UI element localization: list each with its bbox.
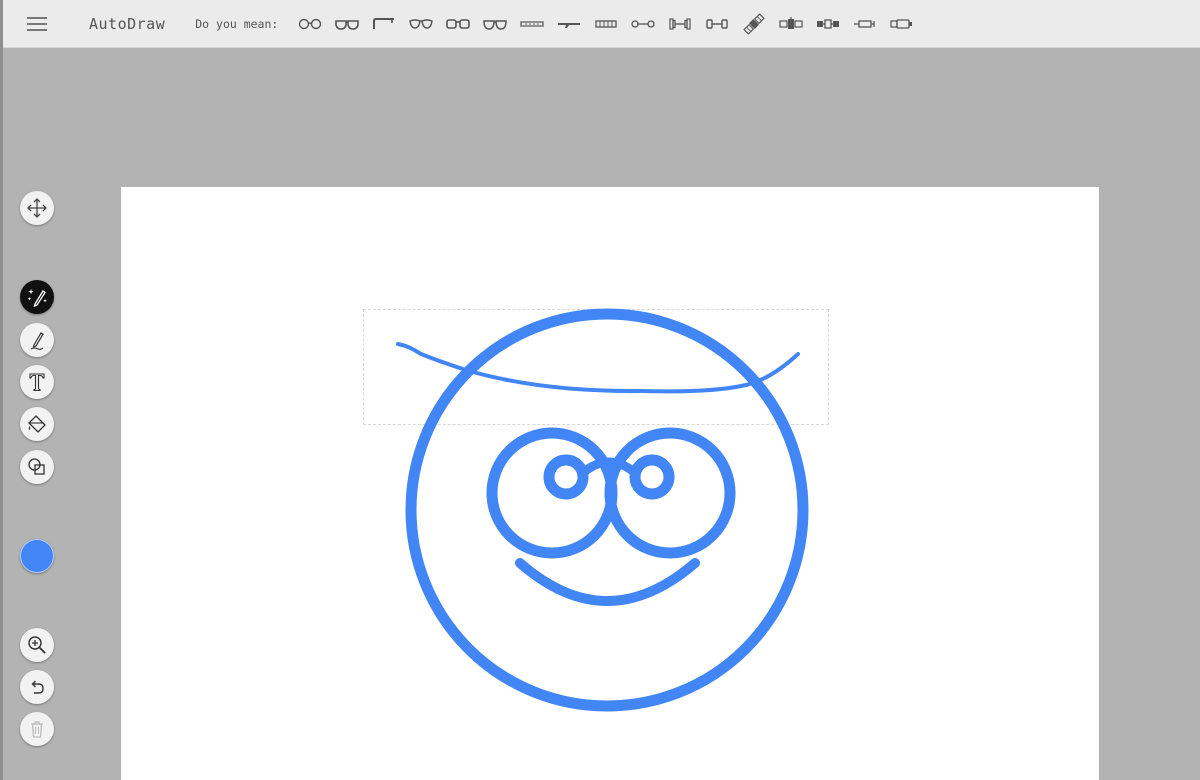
battery-icon: [890, 18, 913, 29]
suggestion-square-glasses[interactable]: [440, 9, 476, 39]
suggestion-aviator-glasses[interactable]: [403, 9, 439, 39]
text-tool-button[interactable]: [20, 365, 54, 399]
delete-button[interactable]: [20, 712, 54, 746]
app-title: AutoDraw: [89, 14, 166, 33]
hamburger-menu-icon: [27, 16, 47, 31]
cane-icon: [373, 17, 395, 29]
suggestion-harmonica[interactable]: [588, 9, 624, 39]
text-t-icon: [29, 373, 45, 392]
menu-button[interactable]: [23, 10, 51, 38]
undo-icon: [31, 680, 44, 694]
zoom-tool-button[interactable]: [20, 628, 54, 662]
aviator-glasses-icon: [409, 18, 434, 29]
suggestion-rifle[interactable]: [551, 9, 587, 39]
color-picker-swatch[interactable]: [20, 539, 54, 573]
dumbbell-icon: [631, 19, 655, 28]
round-glasses-icon: [483, 19, 508, 30]
suggestion-battery[interactable]: [884, 9, 920, 39]
dumbbell-weights-icon: [669, 17, 691, 30]
glasses-icon: [299, 18, 322, 29]
suggestion-cane[interactable]: [366, 9, 402, 39]
suggestion-satellite-module[interactable]: [810, 9, 846, 39]
suggestion-flute[interactable]: [514, 9, 550, 39]
left-pupil: [543, 454, 589, 500]
suggestion-round-glasses[interactable]: [477, 9, 513, 39]
suggestion-barbell[interactable]: [699, 9, 735, 39]
suggestion-space-station[interactable]: [773, 9, 809, 39]
suggestion-dumbbell[interactable]: [625, 9, 661, 39]
autodraw-tool-button[interactable]: [20, 280, 54, 314]
window-edge: [0, 0, 3, 780]
top-toolbar: AutoDraw Do you mean:: [3, 0, 1200, 48]
suggestion-list: [292, 9, 921, 39]
move-arrows-icon: [27, 198, 47, 218]
zoom-in-icon: [28, 636, 46, 654]
space-station-icon: [779, 16, 803, 29]
drawing-canvas[interactable]: [121, 187, 1099, 780]
fill-tool-button[interactable]: [20, 407, 54, 441]
suggestion-syringe[interactable]: [847, 9, 883, 39]
suggestion-glasses[interactable]: [292, 9, 328, 39]
suggestion-label: Do you mean:: [195, 16, 279, 31]
autodraw-sparkle-icon: [27, 289, 47, 308]
paint-bucket-icon: [28, 415, 46, 433]
satellite-icon: [743, 12, 766, 35]
select-tool-button[interactable]: [20, 191, 54, 225]
square-glasses-icon: [446, 18, 471, 29]
suggestion-dumbbell-weights[interactable]: [662, 9, 698, 39]
suggestion-sunglasses[interactable]: [329, 9, 365, 39]
suggestion-satellite[interactable]: [736, 9, 772, 39]
right-lens: [604, 427, 736, 559]
rifle-icon: [558, 22, 581, 28]
harmonica-icon: [595, 19, 617, 28]
sunglasses-icon: [335, 19, 360, 30]
undo-button[interactable]: [20, 670, 54, 704]
syringe-icon: [854, 19, 875, 28]
satellite-module-icon: [817, 18, 840, 29]
smile: [515, 558, 700, 606]
shape-tool-button[interactable]: [20, 450, 54, 484]
flute-icon: [520, 20, 544, 27]
shapes-icon: [28, 458, 45, 475]
trash-icon: [31, 721, 43, 738]
pencil-icon: [30, 332, 44, 350]
smiley-drawing: [396, 308, 809, 712]
right-pupil: [629, 454, 675, 500]
draw-tool-button[interactable]: [20, 323, 54, 357]
barbell-icon: [706, 18, 729, 29]
